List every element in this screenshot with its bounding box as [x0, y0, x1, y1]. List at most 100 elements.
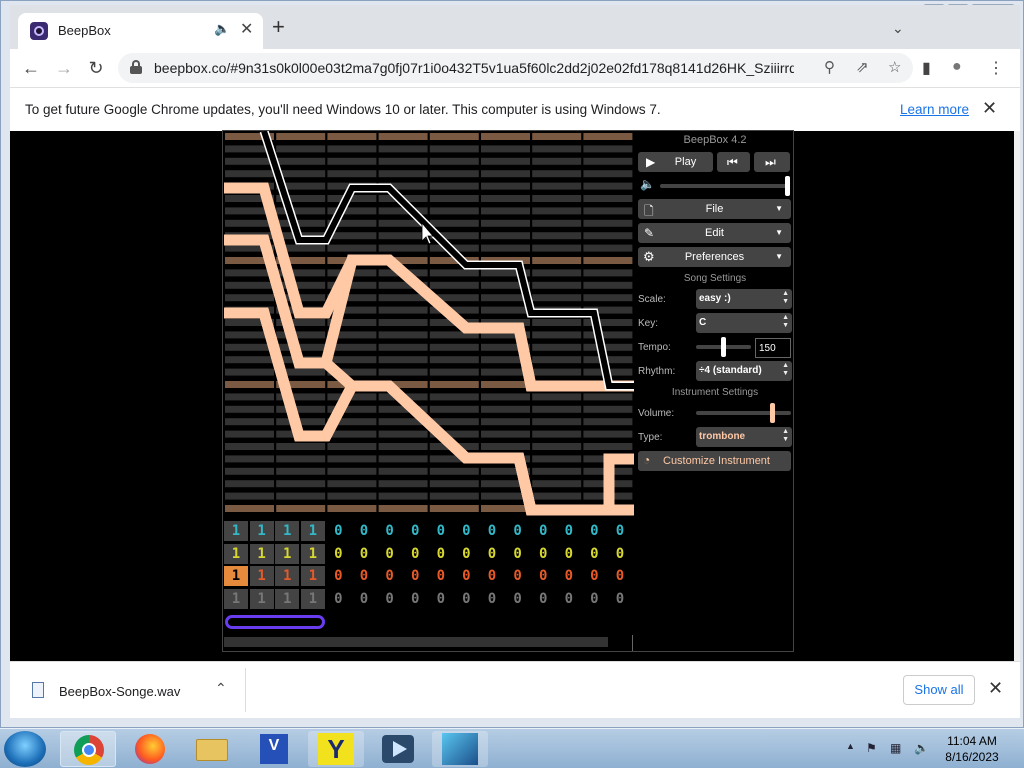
speaker-icon[interactable]: 🔈: [214, 21, 230, 37]
tempo-slider-thumb[interactable]: [721, 337, 726, 357]
pattern-cell[interactable]: 1: [224, 521, 248, 541]
pattern-cell[interactable]: 0: [531, 566, 555, 586]
pattern-cell[interactable]: 0: [480, 566, 504, 586]
pattern-cell[interactable]: 1: [275, 521, 300, 541]
pattern-cell[interactable]: 0: [352, 544, 376, 564]
download-filename[interactable]: BeepBox-Songe.wav: [59, 684, 180, 699]
key-select[interactable]: C ▲ ▼: [696, 313, 792, 333]
vsuite-taskbar-button[interactable]: V: [246, 731, 302, 767]
pattern-cell[interactable]: 0: [608, 521, 632, 541]
pattern-cell[interactable]: 1: [275, 588, 300, 609]
tempo-input[interactable]: 150: [755, 338, 791, 358]
pattern-cell[interactable]: 0: [582, 521, 606, 541]
chrome-taskbar-button[interactable]: [60, 731, 116, 767]
pattern-cell[interactable]: 0: [429, 521, 453, 541]
pattern-cell[interactable]: 0: [480, 521, 504, 541]
pattern-cell[interactable]: 0: [429, 544, 453, 564]
pattern-cell[interactable]: 0: [531, 544, 555, 564]
play-button[interactable]: ▶ Play: [638, 152, 713, 172]
flag-icon[interactable]: ⚑: [866, 741, 877, 755]
scale-select[interactable]: easy :) ▲ ▼: [696, 289, 792, 309]
editor-taskbar-button[interactable]: [432, 731, 488, 767]
page-scrollbar[interactable]: [1014, 131, 1020, 661]
pattern-cell[interactable]: 0: [557, 566, 581, 586]
piano-roll[interactable]: [224, 131, 634, 516]
pattern-cell[interactable]: 0: [378, 544, 402, 564]
tempo-slider[interactable]: [696, 337, 751, 357]
zoom-icon[interactable]: ⚲: [824, 58, 835, 76]
instrument-volume-thumb[interactable]: [770, 403, 775, 423]
speaker-tray-icon[interactable]: 🔈: [914, 741, 929, 755]
preferences-menu[interactable]: ⚙ Preferences ▼: [638, 247, 791, 267]
forward-button[interactable]: →: [51, 55, 77, 81]
pattern-cell[interactable]: 0: [403, 521, 427, 541]
back-button[interactable]: ←: [18, 55, 44, 81]
pattern-cell[interactable]: 0: [557, 589, 581, 609]
profile-avatar-icon[interactable]: ●: [952, 58, 962, 76]
infobar-close-icon[interactable]: ✕: [982, 98, 997, 119]
pattern-cell[interactable]: 0: [480, 589, 504, 609]
pattern-cell[interactable]: 0: [403, 589, 427, 609]
file-menu[interactable]: 🗋 File ▼: [638, 199, 791, 219]
pattern-cell[interactable]: 1: [249, 543, 274, 564]
pattern-cell[interactable]: 1: [275, 566, 300, 586]
side-panel-icon[interactable]: ▮: [922, 58, 931, 78]
tray-expand-icon[interactable]: ▲: [846, 741, 855, 751]
explorer-taskbar-button[interactable]: [184, 731, 240, 767]
share-icon[interactable]: ⇗: [856, 58, 869, 76]
pattern-cell[interactable]: 0: [582, 566, 606, 586]
rhythm-select[interactable]: ÷4 (standard) ▲ ▼: [696, 361, 792, 381]
pattern-cell[interactable]: 1: [300, 521, 325, 541]
y-app-taskbar-button[interactable]: Y: [308, 731, 364, 767]
pattern-cell[interactable]: 0: [454, 566, 478, 586]
tab-search-icon[interactable]: ⌄: [892, 20, 904, 37]
chevron-up-icon[interactable]: ⌃: [215, 680, 227, 697]
pattern-cell[interactable]: 1: [224, 588, 248, 609]
customize-instrument-button[interactable]: ◔ Customize Instrument: [638, 451, 791, 471]
pattern-cell[interactable]: 0: [352, 589, 376, 609]
download-shelf-close-icon[interactable]: ✕: [988, 678, 1003, 699]
media-player-taskbar-button[interactable]: [370, 731, 426, 767]
pattern-cell[interactable]: 0: [326, 544, 350, 564]
pattern-cell[interactable]: 0: [531, 521, 555, 541]
master-volume-slider[interactable]: [660, 176, 790, 196]
pattern-cell[interactable]: 0: [403, 544, 427, 564]
pattern-cell[interactable]: 0: [608, 544, 632, 564]
pattern-cell[interactable]: 0: [506, 521, 530, 541]
pattern-cell[interactable]: 0: [454, 521, 478, 541]
pattern-cell[interactable]: 0: [531, 589, 555, 609]
pattern-cell[interactable]: 0: [506, 589, 530, 609]
new-tab-button[interactable]: +: [272, 16, 285, 38]
pattern-cell[interactable]: 0: [480, 544, 504, 564]
address-bar[interactable]: beepbox.co/#9n31s0k0l00e03t2ma7g0fj07r1i…: [118, 53, 913, 83]
pattern-cell[interactable]: 0: [326, 521, 350, 541]
pattern-cell[interactable]: 0: [506, 566, 530, 586]
pattern-cell[interactable]: 0: [608, 566, 632, 586]
pattern-cell[interactable]: 0: [378, 566, 402, 586]
show-all-button[interactable]: Show all: [903, 675, 975, 705]
instrument-type-select[interactable]: trombone ▲ ▼: [696, 427, 792, 447]
pattern-cell[interactable]: 0: [557, 544, 581, 564]
pattern-cell[interactable]: 0: [352, 521, 376, 541]
pattern-cell[interactable]: 1: [249, 588, 274, 609]
master-volume-thumb[interactable]: [785, 176, 790, 196]
chrome-menu-icon[interactable]: ⋮: [988, 58, 1004, 78]
lock-icon[interactable]: [130, 60, 142, 74]
pattern-cell[interactable]: 0: [557, 521, 581, 541]
pattern-cell[interactable]: 0: [608, 589, 632, 609]
pattern-cell[interactable]: 0: [429, 566, 453, 586]
pattern-cell[interactable]: 1: [275, 543, 300, 564]
pattern-cell[interactable]: 1: [300, 543, 325, 564]
pattern-cell[interactable]: 1: [300, 588, 325, 609]
pattern-cell[interactable]: 0: [378, 589, 402, 609]
pattern-cell[interactable]: 0: [352, 566, 376, 586]
pattern-cell[interactable]: 1: [300, 566, 325, 586]
pattern-cell[interactable]: 0: [378, 521, 402, 541]
bookmark-star-icon[interactable]: ☆: [888, 58, 901, 76]
pattern-cell[interactable]: 0: [582, 544, 606, 564]
next-bar-button[interactable]: ⏭: [754, 152, 790, 172]
loop-bar[interactable]: [225, 615, 325, 629]
pattern-cell[interactable]: 0: [403, 566, 427, 586]
taskbar-clock[interactable]: 11:04 AM 8/16/2023: [942, 733, 1002, 765]
pattern-cell[interactable]: 0: [326, 566, 350, 586]
